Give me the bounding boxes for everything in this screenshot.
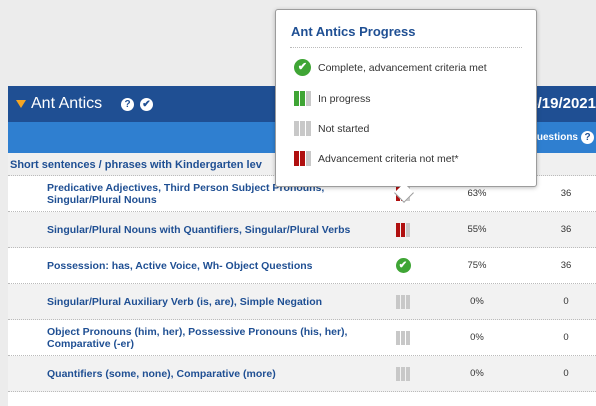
questions-count: 36 <box>560 260 572 271</box>
questions-count: 0 <box>563 368 569 379</box>
lesson-title[interactable]: Singular/Plural Auxiliary Verb (is, are)… <box>8 296 388 308</box>
expand-triangle-icon[interactable] <box>16 100 26 108</box>
percent-score: 0% <box>470 368 484 379</box>
percent-score: 0% <box>470 296 484 307</box>
not-started-status-icon <box>388 330 418 345</box>
in-progress-bars-icon <box>294 91 311 106</box>
not-met-status-icon <box>388 222 418 237</box>
table-row[interactable]: Object Pronouns (him, her), Possessive P… <box>8 320 596 356</box>
questions-count: 0 <box>563 332 569 343</box>
check-circle-icon: ✔ <box>294 59 311 76</box>
lesson-list: Predicative Adjectives, Third Person Sub… <box>8 176 596 392</box>
checkmark-icon[interactable]: ✔ <box>140 98 153 111</box>
lesson-title[interactable]: Possession: has, Active Voice, Wh- Objec… <box>8 260 388 272</box>
help-icon[interactable]: ? <box>121 98 134 111</box>
percent-score: 63% <box>467 188 487 199</box>
legend-label: Complete, advancement criteria met <box>318 61 487 74</box>
table-row[interactable]: Possession: has, Active Voice, Wh- Objec… <box>8 248 596 284</box>
legend-label: In progress <box>318 92 371 105</box>
table-row[interactable]: Singular/Plural Auxiliary Verb (is, are)… <box>8 284 596 320</box>
questions-count: 36 <box>560 188 572 199</box>
legend-item-not-started: Not started <box>294 121 369 136</box>
legend-label: Not started <box>318 122 370 135</box>
questions-count: 36 <box>560 224 572 235</box>
questions-count: 0 <box>563 296 569 307</box>
legend-item-complete: ✔ Complete, advancement criteria met <box>294 59 487 76</box>
questions-help-icon[interactable]: ? <box>581 131 594 144</box>
percent-score: 75% <box>467 260 487 271</box>
not-started-bars-icon <box>294 121 311 136</box>
progress-legend-tooltip: Ant Antics Progress ✔ Complete, advancem… <box>275 9 537 187</box>
not-started-status-icon <box>388 294 418 309</box>
questions-column-header: uestions <box>536 132 578 143</box>
legend-item-in-progress: In progress <box>294 91 371 106</box>
course-title: Ant Antics <box>31 95 103 112</box>
lesson-title[interactable]: Quantifiers (some, none), Comparative (m… <box>8 368 388 380</box>
percent-score: 0% <box>470 332 484 343</box>
legend-label: Advancement criteria not met* <box>318 152 459 165</box>
not-started-status-icon <box>388 366 418 381</box>
table-row[interactable]: Quantifiers (some, none), Comparative (m… <box>8 356 596 392</box>
lesson-title[interactable]: Object Pronouns (him, her), Possessive P… <box>8 326 388 350</box>
check-circle-icon: ✔ <box>388 258 418 273</box>
header-date: 5/19/2021 <box>529 95 596 112</box>
lesson-title[interactable]: Singular/Plural Nouns with Quantifiers, … <box>8 224 388 236</box>
percent-score: 55% <box>467 224 487 235</box>
table-row[interactable]: Singular/Plural Nouns with Quantifiers, … <box>8 212 596 248</box>
tooltip-divider <box>290 47 522 48</box>
tooltip-title: Ant Antics Progress <box>291 24 416 39</box>
not-met-bars-icon <box>294 151 311 166</box>
legend-item-not-met: Advancement criteria not met* <box>294 151 459 166</box>
